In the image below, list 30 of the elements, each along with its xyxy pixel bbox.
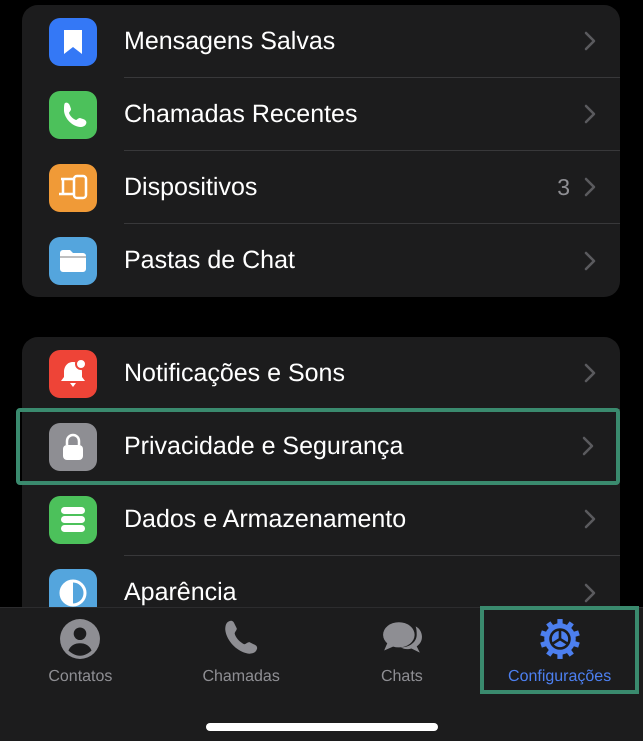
settings-row[interactable]: Dispositivos 3 — [22, 151, 620, 224]
settings-row[interactable]: Privacidade e Segurança — [18, 410, 618, 483]
chevron-icon — [582, 436, 594, 456]
row-label: Chamadas Recentes — [124, 100, 358, 128]
person-icon — [59, 618, 102, 660]
row-label: Notificações e Sons — [124, 358, 346, 388]
chevron-icon — [584, 582, 596, 602]
row-label: Aparência — [124, 578, 238, 607]
chevron-icon — [584, 250, 596, 270]
settings-row[interactable]: Notificações e Sons — [22, 337, 620, 410]
chevron-icon — [584, 31, 596, 51]
settings-icon — [538, 618, 581, 660]
row-label: Mensagens Salvas — [124, 26, 336, 56]
row-label: Dispositivos — [124, 172, 258, 202]
row-label: Dados e Armazenamento — [124, 504, 408, 534]
settings-row[interactable]: Chamadas Recentes — [22, 78, 620, 151]
chevron-icon — [584, 363, 596, 383]
row-label: Privacidade e Segurança — [124, 432, 404, 460]
count-label: 3 — [557, 174, 570, 200]
tab[interactable]: Chats — [328, 614, 476, 692]
settings-row[interactable]: Dados e Armazenamento — [22, 483, 620, 556]
row-label: Pastas de Chat — [124, 246, 296, 275]
chevron-icon — [584, 177, 596, 197]
settings-row[interactable]: Pastas de Chat — [22, 224, 620, 297]
chevron-icon — [584, 104, 596, 124]
tab[interactable]: Configurações — [482, 608, 637, 692]
settings-row[interactable]: Mensagens Salvas — [22, 5, 620, 78]
chevron-icon — [584, 509, 596, 529]
tab[interactable]: Chamadas — [166, 614, 316, 692]
tab[interactable]: Contatos — [6, 614, 155, 692]
